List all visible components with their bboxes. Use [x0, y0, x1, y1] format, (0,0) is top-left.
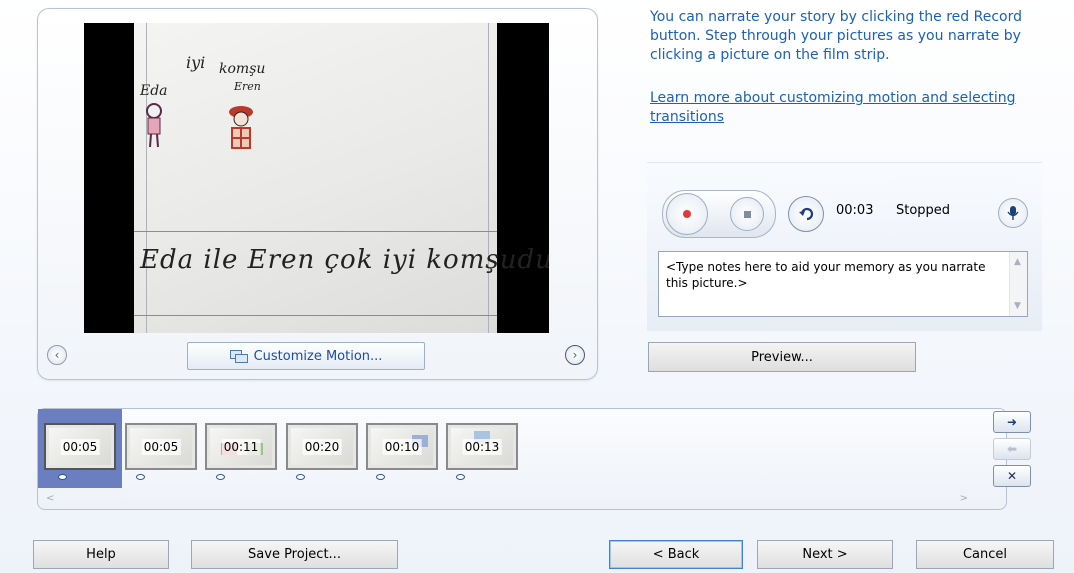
boy-drawing — [229, 106, 253, 149]
narration-status: Stopped — [896, 203, 951, 218]
thumb-duration: 00:10 — [382, 438, 422, 455]
narration-notes-textarea[interactable]: <Type notes here to aid your memory as y… — [658, 251, 1028, 317]
filmstrip-thumb-1[interactable]: 00:05 — [44, 423, 116, 470]
thumb-duration: 00:11 — [221, 438, 261, 455]
drawing-photo: iyi komşu Eda Eren Eda ile Eren çok iyi … — [134, 23, 549, 333]
girl-drawing — [146, 103, 162, 148]
narration-time: 00:03 — [836, 203, 874, 218]
arrow-right-icon: ➜ — [1006, 415, 1018, 429]
photo-name-eda: Eda — [140, 83, 168, 99]
scroll-up-icon: ▲ — [1014, 257, 1021, 267]
scroll-right-icon: > — [959, 493, 968, 504]
narration-marker-icon — [136, 474, 145, 480]
thumb-duration: 00:05 — [141, 438, 181, 455]
narration-marker-icon — [376, 474, 385, 480]
move-left-button[interactable]: ⬅ — [993, 438, 1031, 460]
arrow-left-icon: ⬅ — [1006, 442, 1018, 456]
photo-name-eren: Eren — [234, 80, 261, 93]
next-picture-button[interactable]: › — [565, 345, 585, 365]
notes-scrollbar[interactable]: ▲ ▼ — [1009, 252, 1027, 316]
previous-picture-button[interactable]: ‹ — [47, 345, 67, 365]
narration-marker-icon — [296, 474, 305, 480]
microphone-icon — [1007, 206, 1019, 220]
remove-button[interactable]: ✕ — [993, 465, 1031, 487]
learn-more-link[interactable]: Learn more about customizing motion and … — [650, 89, 1050, 127]
filmstrip-thumb-3[interactable]: 00:11 — [205, 423, 277, 470]
stop-icon — [743, 210, 751, 218]
photo-word-iyi: iyi — [186, 53, 206, 72]
stop-button[interactable] — [730, 197, 764, 231]
thumb-duration: 00:05 — [60, 438, 100, 455]
photo-word-komsu: komşu — [219, 61, 266, 77]
motion-icon — [229, 349, 248, 363]
close-icon: ✕ — [1006, 469, 1018, 483]
instructions-text: You can narrate your story by clicking t… — [650, 9, 1022, 63]
back-button[interactable]: < Back — [609, 540, 743, 569]
narration-marker-icon — [216, 474, 225, 480]
move-right-button[interactable]: ➜ — [993, 411, 1031, 433]
rewind-button[interactable] — [788, 196, 824, 232]
thumb-duration: 00:20 — [302, 438, 342, 455]
thumb-duration: 00:13 — [462, 438, 502, 455]
next-button[interactable]: Next > — [757, 540, 893, 569]
save-project-button[interactable]: Save Project... — [191, 540, 398, 569]
filmstrip-thumb-6[interactable]: 00:13 — [446, 423, 518, 470]
notes-placeholder: <Type notes here to aid your memory as y… — [666, 260, 986, 290]
customize-motion-button[interactable]: Customize Motion... — [187, 342, 425, 370]
cancel-button[interactable]: Cancel — [916, 540, 1054, 569]
filmstrip-scrollbar[interactable]: < > — [38, 491, 978, 507]
microphone-button[interactable] — [998, 198, 1028, 228]
filmstrip-thumb-2[interactable]: 00:05 — [125, 423, 197, 470]
record-button[interactable] — [666, 193, 708, 235]
help-button[interactable]: Help — [33, 540, 169, 569]
photo-preview: iyi komşu Eda Eren Eda ile Eren çok iyi … — [84, 23, 549, 333]
filmstrip-thumb-4[interactable]: 00:20 — [286, 423, 358, 470]
undo-icon — [799, 207, 814, 221]
scroll-left-icon: < — [46, 493, 55, 504]
record-icon — [683, 210, 691, 218]
narration-marker-icon — [58, 474, 67, 480]
preview-button[interactable]: Preview... — [648, 342, 916, 372]
filmstrip-thumb-5[interactable]: 00:10 — [366, 423, 438, 470]
narration-marker-icon — [456, 474, 465, 480]
photo-sentence: Eda ile Eren çok iyi komşudur — [140, 245, 549, 275]
customize-motion-label: Customize Motion... — [253, 348, 383, 364]
scroll-down-icon: ▼ — [1014, 301, 1021, 311]
